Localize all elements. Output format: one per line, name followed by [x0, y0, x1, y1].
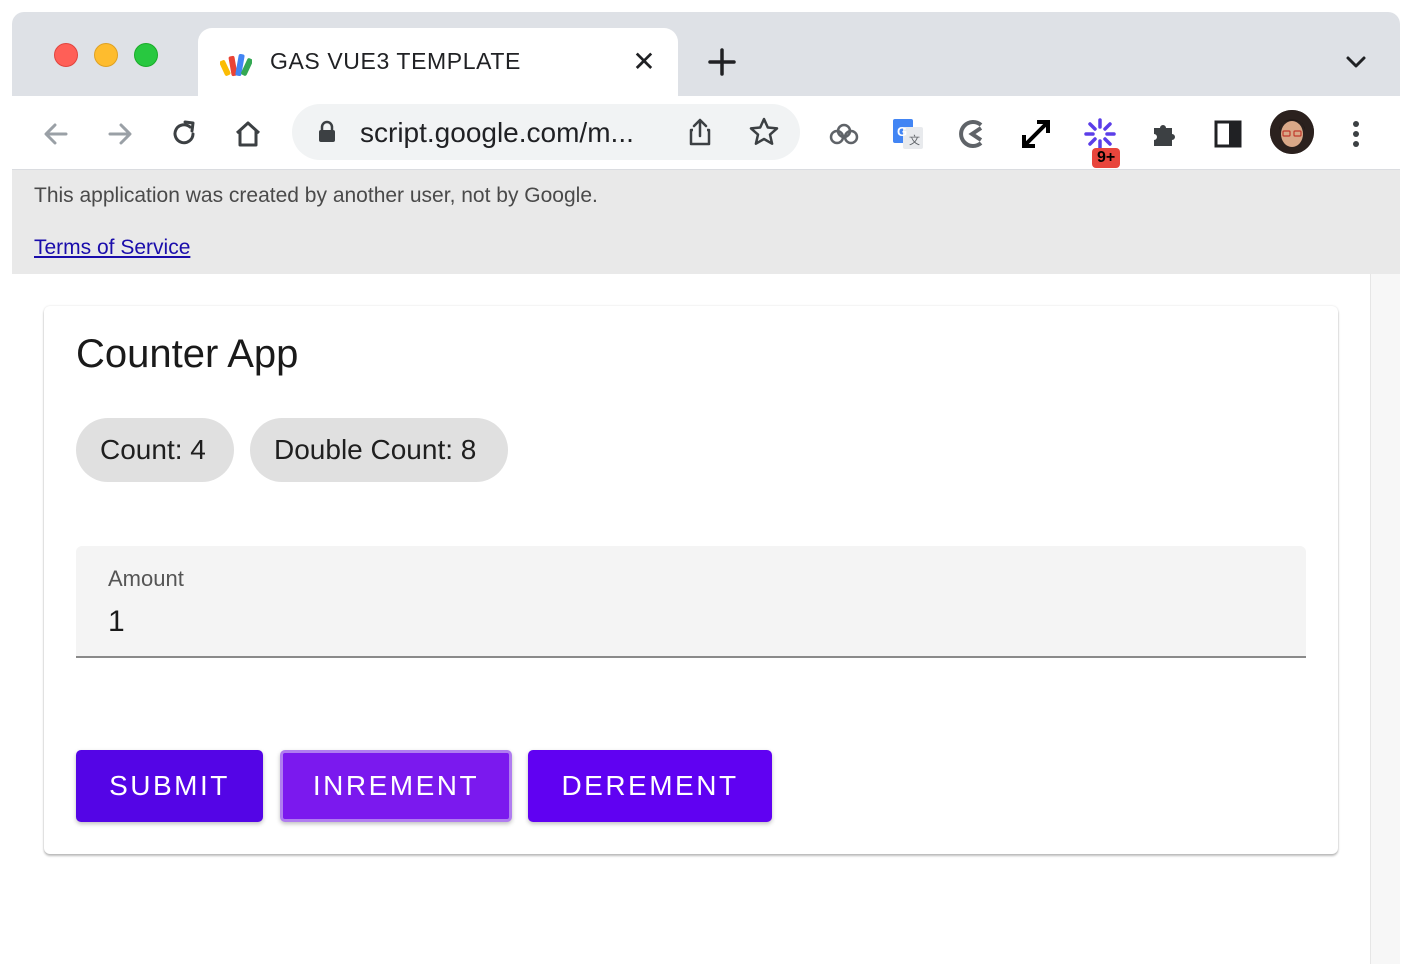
amount-field-label: Amount: [108, 566, 184, 591]
decrement-button-label: DEREMENT: [561, 770, 739, 801]
profile-avatar[interactable]: [1270, 110, 1314, 154]
double-count-chip-label: Double Count: 8: [274, 434, 477, 465]
kebab-menu-icon[interactable]: [1336, 114, 1376, 154]
count-chip: Count: 4: [76, 418, 234, 482]
increment-button[interactable]: INREMENT: [280, 750, 512, 822]
increment-button-label: INREMENT: [312, 770, 480, 801]
svg-text:文: 文: [909, 133, 920, 147]
submit-button-label: SUBMIT: [109, 770, 230, 801]
fullscreen-expand-icon[interactable]: [1016, 114, 1056, 154]
close-window-button[interactable]: [54, 43, 78, 67]
back-icon[interactable]: [36, 114, 76, 154]
reload-icon[interactable]: [164, 114, 204, 154]
forward-icon[interactable]: [100, 114, 140, 154]
tab-search-chevron-icon[interactable]: [1340, 50, 1372, 74]
page-content: Counter App Count: 4 Double Count: 8 Amo…: [12, 274, 1370, 964]
home-icon[interactable]: [228, 114, 268, 154]
cloud-extension-icon[interactable]: [824, 114, 864, 154]
submit-button[interactable]: SUBMIT: [76, 750, 263, 822]
counter-card: Counter App Count: 4 Double Count: 8 Amo…: [44, 306, 1338, 854]
share-icon[interactable]: [684, 116, 716, 148]
amount-field[interactable]: Amount: [76, 546, 1306, 658]
svg-text:G: G: [897, 124, 907, 139]
active-tab[interactable]: GAS VUE3 TEMPLATE ✕: [198, 28, 678, 96]
new-tab-button[interactable]: [702, 42, 742, 82]
banner-text: This application was created by another …: [34, 184, 598, 207]
puzzle-extensions-icon[interactable]: [1144, 114, 1184, 154]
page-scrollbar[interactable]: [1370, 274, 1400, 964]
url-text[interactable]: script.google.com/m...: [360, 117, 634, 149]
tab-title: GAS VUE3 TEMPLATE: [270, 48, 521, 74]
count-chip-label: Count: 4: [100, 434, 206, 465]
apps-script-warning-banner: This application was created by another …: [12, 170, 1400, 274]
decrement-button[interactable]: DEREMENT: [528, 750, 772, 822]
double-count-chip: Double Count: 8: [250, 418, 508, 482]
google-translate-icon[interactable]: G文: [888, 114, 928, 154]
extension-c-icon[interactable]: [952, 114, 992, 154]
side-panel-icon[interactable]: [1208, 114, 1248, 154]
address-bar[interactable]: script.google.com/m...: [292, 104, 800, 160]
maximize-window-button[interactable]: [134, 43, 158, 67]
extension-notification-badge: 9+: [1092, 148, 1121, 168]
browser-toolbar: script.google.com/m... G文 9+: [12, 96, 1400, 170]
apps-script-favicon-icon: [220, 53, 252, 77]
terms-of-service-link[interactable]: Terms of Service: [34, 236, 190, 260]
browser-window: GAS VUE3 TEMPLATE ✕ script.google.com/m.…: [12, 12, 1400, 964]
tab-strip: GAS VUE3 TEMPLATE ✕: [12, 12, 1400, 96]
bookmark-star-icon[interactable]: [748, 116, 780, 148]
card-title: Counter App: [76, 332, 299, 376]
minimize-window-button[interactable]: [94, 43, 118, 67]
lock-icon[interactable]: [316, 120, 338, 144]
amount-input[interactable]: [108, 604, 1268, 640]
close-tab-icon[interactable]: ✕: [630, 48, 658, 76]
